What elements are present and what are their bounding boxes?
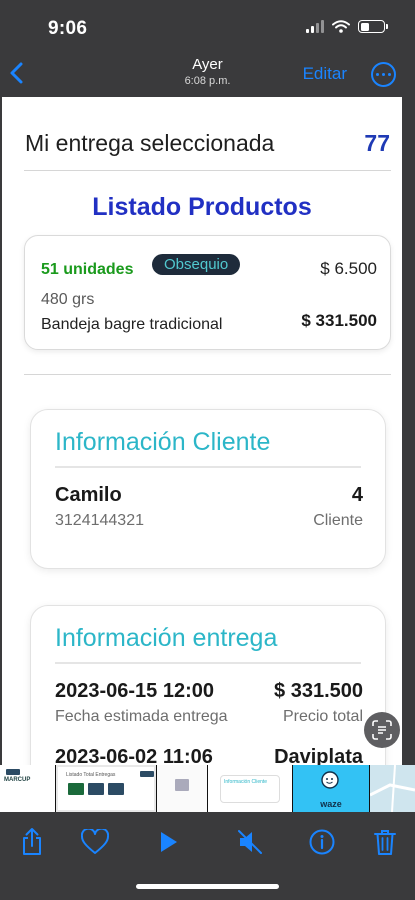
mute-icon[interactable] (235, 827, 265, 857)
payment-method: Daviplata (274, 746, 363, 765)
client-number: 4 (351, 484, 363, 506)
home-indicator[interactable] (136, 884, 279, 889)
wifi-icon (332, 20, 350, 33)
estimated-date: 2023-06-15 12:00 (55, 680, 215, 702)
page-title: Mi entrega seleccionada (25, 130, 275, 156)
status-bar: 9:06 (0, 0, 415, 52)
play-icon[interactable] (153, 827, 183, 857)
waze-label: waze (320, 799, 342, 809)
thumbnail-caption: Información Cliente (224, 779, 268, 785)
cellular-signal-icon (306, 20, 324, 33)
heart-icon[interactable] (80, 827, 110, 857)
more-options-icon[interactable] (371, 62, 396, 87)
product-unit-price: $ 6.500 (320, 259, 377, 278)
second-date-block: 2023-06-02 11:06 (55, 746, 213, 765)
delivery-number: 77 (364, 130, 390, 156)
nav-title-block: Ayer 6:08 p.m. (0, 56, 415, 87)
thumbnail[interactable]: Información Cliente (208, 765, 292, 812)
gift-badge: Obsequio (152, 254, 241, 275)
info-icon[interactable] (307, 827, 337, 857)
live-text-icon (372, 720, 392, 740)
products-title: Listado Productos (92, 193, 312, 221)
divider (55, 466, 361, 468)
product-quantity: 51 unidades (41, 261, 134, 278)
divider (24, 170, 391, 171)
delivery-header: Mi entrega seleccionada 77 (25, 130, 390, 157)
client-name: Camilo (55, 484, 122, 506)
delivery-info-card: Información entrega 2023-06-15 12:00 Fec… (30, 605, 386, 765)
trash-icon[interactable] (370, 827, 400, 857)
waze-icon (321, 771, 339, 789)
nav-title: Ayer (192, 56, 223, 73)
nav-subtitle: 6:08 p.m. (184, 75, 231, 87)
thumbnail-strip[interactable]: MARCUP Listado Total Entregas Informació… (0, 765, 415, 812)
bottom-toolbar (0, 812, 415, 900)
thumbnail[interactable] (370, 765, 415, 812)
delivery-info-title: Información entrega (55, 624, 278, 652)
battery-icon (358, 20, 388, 33)
status-icons (306, 20, 388, 33)
estimated-date-block: 2023-06-15 12:00 Fecha estimada entrega (55, 680, 228, 726)
thumbnail[interactable] (157, 765, 207, 812)
divider (24, 374, 391, 375)
status-time: 9:06 (48, 18, 88, 39)
product-name: Bandeja bagre tradicional (41, 316, 223, 333)
delivery-total-label: Precio total (282, 708, 363, 725)
thumbnail-caption: Listado Total Entregas (66, 772, 116, 778)
estimated-date-label: Fecha estimada entrega (55, 708, 228, 725)
product-weight: 480 grs (41, 291, 95, 308)
map-thumbnail-icon (370, 765, 415, 812)
client-number-block: 4 Cliente (313, 484, 363, 530)
client-info-title: Información Cliente (55, 428, 271, 456)
client-info-card: Información Cliente Camilo 3124144321 4 … (30, 409, 386, 569)
photo-content: Mi entrega seleccionada 77 Listado Produ… (0, 97, 415, 765)
thumbnail-selected[interactable]: Listado Total Entregas (56, 765, 156, 812)
client-name-block: Camilo 3124144321 (55, 484, 144, 530)
product-card[interactable]: 51 unidades Obsequio $ 6.500 480 grs Ban… (24, 235, 391, 350)
live-text-button[interactable] (364, 712, 400, 748)
nav-bar: Ayer 6:08 p.m. Editar (0, 52, 415, 97)
edit-button[interactable]: Editar (303, 64, 347, 84)
delivery-detail-sheet: Mi entrega seleccionada 77 Listado Produ… (2, 97, 402, 765)
client-phone: 3124144321 (55, 512, 144, 529)
thumbnail[interactable]: MARCUP (0, 765, 55, 812)
payment-block: Daviplata (274, 746, 363, 765)
divider (55, 662, 361, 664)
delivery-total-price: $ 331.500 (274, 680, 363, 702)
total-price-block: $ 331.500 Precio total (274, 680, 363, 726)
product-total-price: $ 331.500 (301, 311, 377, 330)
share-icon[interactable] (17, 827, 47, 857)
second-date: 2023-06-02 11:06 (55, 746, 213, 765)
client-number-label: Cliente (313, 512, 363, 529)
thumbnail[interactable]: waze (293, 765, 369, 812)
